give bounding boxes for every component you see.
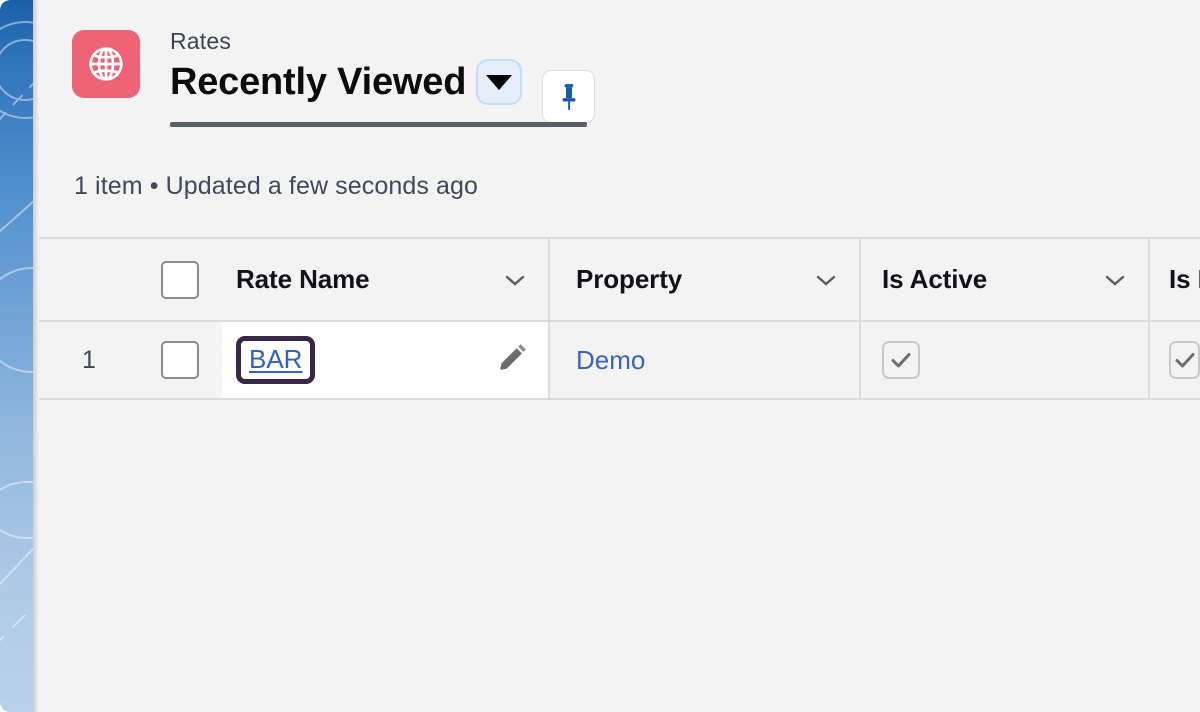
data-table: Rate Name Property Is Active Is 1 BAR De… — [39, 237, 1200, 712]
column-header-label: Property — [576, 264, 683, 294]
table-header-row: Rate Name Property Is Active Is — [39, 237, 1200, 322]
rate-name-link[interactable]: BAR — [249, 344, 302, 375]
chevron-down-icon — [486, 74, 513, 90]
is-public-checkbox-checked — [1169, 341, 1200, 379]
row-select-cell — [139, 322, 222, 398]
column-header-is-active[interactable]: Is Active — [861, 239, 1150, 320]
object-name-label: Rates — [170, 28, 232, 54]
chevron-down-icon[interactable] — [500, 270, 530, 290]
list-meta-text: 1 item • Updated a few seconds ago — [74, 172, 479, 200]
rate-name-highlight-box: BAR — [236, 336, 316, 384]
title-block: Rates Recently Viewed — [170, 26, 587, 127]
select-all-checkbox[interactable] — [161, 260, 199, 299]
view-selector-button[interactable] — [478, 61, 521, 103]
check-icon — [1175, 353, 1194, 368]
column-header-label: Is P — [1169, 264, 1200, 294]
chevron-down-icon[interactable] — [811, 270, 841, 290]
cell-is-public — [1150, 322, 1200, 398]
cell-property: Demo — [550, 322, 861, 398]
column-header-label: Is Active — [882, 264, 988, 294]
page-header: Rates Recently Viewed — [72, 26, 596, 127]
pin-list-view-button[interactable] — [542, 70, 596, 123]
column-header-property[interactable]: Property — [550, 239, 861, 320]
globe-icon — [72, 30, 140, 98]
row-select-checkbox[interactable] — [161, 341, 199, 379]
is-active-checkbox-checked — [882, 341, 920, 379]
app-window: Rates Recently Viewed 1 item • Updated a… — [0, 0, 1200, 712]
cell-rate-name[interactable]: BAR — [222, 322, 550, 398]
header-row-number-spacer — [39, 239, 139, 320]
title-row: Recently Viewed — [170, 58, 521, 106]
pin-icon — [562, 83, 576, 110]
column-header-label: Rate Name — [236, 264, 370, 294]
select-all-cell — [139, 239, 222, 320]
page-title: Recently Viewed — [170, 61, 467, 103]
row-number-cell: 1 — [39, 322, 139, 398]
title-underline — [170, 122, 587, 127]
row-number: 1 — [82, 345, 96, 374]
left-decorative-strip — [0, 0, 33, 712]
column-header-is-public[interactable]: Is P — [1150, 239, 1200, 320]
chevron-down-icon[interactable] — [1100, 270, 1130, 290]
property-value: Demo — [576, 344, 646, 375]
table-row[interactable]: 1 BAR Demo — [39, 322, 1200, 400]
main-content: Rates Recently Viewed 1 item • Updated a… — [39, 0, 1200, 712]
table-empty-area — [39, 400, 1200, 712]
check-icon — [891, 353, 911, 368]
column-header-rate-name[interactable]: Rate Name — [222, 239, 550, 320]
cell-is-active — [861, 322, 1150, 398]
pencil-icon[interactable] — [496, 343, 530, 377]
